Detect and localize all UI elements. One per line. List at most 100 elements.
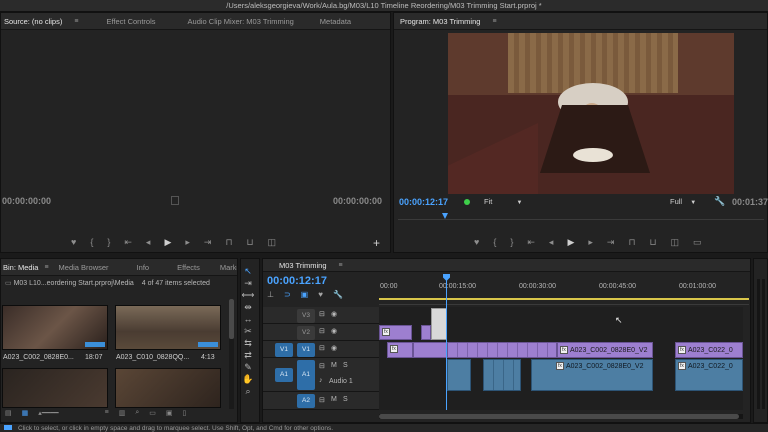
clip-thumbnail[interactable] (2, 305, 108, 350)
source-settings-icon[interactable] (171, 196, 179, 205)
program-scrub-bar[interactable] (398, 212, 764, 220)
pen-tool-icon[interactable]: ✎ (241, 361, 255, 373)
step-forward-icon[interactable]: ▸ (588, 237, 593, 249)
track-target-v3[interactable]: V3 (297, 309, 315, 323)
resolution-select[interactable]: Full ▼ (670, 197, 696, 206)
new-item-icon[interactable]: ▣ (166, 409, 173, 419)
video-clip[interactable] (421, 325, 431, 340)
go-to-out-icon[interactable]: ⇥ (607, 237, 615, 249)
video-clip[interactable]: fx (379, 325, 412, 340)
clip-thumbnail[interactable] (115, 305, 221, 350)
source-patch-v1[interactable]: V1 (275, 343, 293, 357)
mute-button[interactable]: M (331, 396, 337, 403)
program-timecode-current[interactable]: 00:00:12:17 (399, 197, 448, 207)
new-bin-icon[interactable]: ▭ (149, 409, 156, 419)
clip-thumbnail[interactable] (115, 368, 221, 408)
track-target-a1[interactable]: A1 (297, 360, 315, 390)
track-select-tool-icon[interactable]: ⇥ (241, 277, 255, 289)
add-marker-icon[interactable]: ▣ (301, 290, 309, 300)
list-view-icon[interactable]: ▤ (5, 409, 12, 419)
sync-lock-icon[interactable]: ⊟ (319, 362, 325, 370)
zoom-tool-icon[interactable]: ⌕ (241, 385, 255, 397)
panel-menu-icon[interactable]: ≡ (492, 18, 496, 25)
track-target-a2[interactable]: A2 (297, 394, 315, 408)
rolling-edit-tool-icon[interactable]: ⇹ (241, 301, 255, 313)
mark-out-icon[interactable]: } (510, 237, 513, 249)
tab-audio-clip-mixer[interactable]: Audio Clip Mixer: M03 Trimming (178, 17, 304, 26)
solo-button[interactable]: S (343, 362, 348, 369)
zoom-slider[interactable]: ▴━━━━ (38, 409, 58, 419)
tab-source[interactable]: Source: (no clips) (1, 17, 72, 26)
slide-tool-icon[interactable]: ⇄ (241, 349, 255, 361)
video-clip-selected[interactable] (431, 308, 447, 340)
timeline-timecode[interactable]: 00:00:12:17 (267, 275, 327, 287)
tab-metadata[interactable]: Metadata (310, 17, 361, 26)
track-area[interactable]: fx fx fx A023_C002_0828E0_V2 fx A023_C022_… (379, 274, 743, 410)
play-icon[interactable]: ▶ (164, 237, 171, 249)
export-frame-icon[interactable]: ◫ (268, 237, 277, 249)
export-frame-icon[interactable]: ◫ (671, 237, 680, 249)
source-patch-a1[interactable]: A1 (275, 368, 293, 382)
snap-icon[interactable]: ⊥ (267, 290, 274, 300)
find-icon[interactable]: ⌕ (135, 409, 139, 419)
clip-thumbnail[interactable] (2, 368, 108, 408)
mark-in-icon[interactable]: { (90, 237, 93, 249)
step-forward-icon[interactable]: ▸ (185, 237, 190, 249)
tab-media-browser[interactable]: Media Browser (49, 263, 119, 272)
eye-icon[interactable]: ◉ (331, 344, 337, 352)
step-back-icon[interactable]: ◂ (549, 237, 554, 249)
video-clip[interactable]: fx (387, 342, 413, 358)
solo-button[interactable]: S (343, 396, 348, 403)
go-to-in-icon[interactable]: ⇤ (124, 237, 132, 249)
tab-effects[interactable]: Effects (167, 263, 210, 272)
timeline-playhead[interactable] (446, 279, 447, 410)
marker-icon[interactable]: ♥ (71, 237, 76, 249)
sync-lock-icon[interactable]: ⊟ (319, 327, 325, 335)
trash-icon[interactable]: ▯ (183, 409, 187, 419)
tab-timeline[interactable]: M03 Trimming (263, 261, 337, 270)
tab-info[interactable]: Info (127, 263, 160, 272)
video-clip[interactable] (447, 342, 557, 358)
ripple-edit-tool-icon[interactable]: ⟷ (241, 289, 255, 301)
sync-lock-icon[interactable]: ⊟ (319, 396, 325, 404)
time-ruler[interactable]: 00:00 00:00:15:00 00:00:30:00 00:00:45:0… (379, 279, 749, 305)
lift-icon[interactable]: ⊓ (628, 237, 635, 249)
automate-icon[interactable]: ▥ (119, 409, 126, 419)
linked-selection-icon[interactable]: ⊃ (284, 290, 291, 300)
slip-tool-icon[interactable]: ⇆ (241, 337, 255, 349)
overwrite-icon[interactable]: ⊔ (246, 237, 253, 249)
wrench-icon[interactable]: 🔧 (333, 290, 343, 300)
source-timecode-current[interactable]: 00:00:00:00 (2, 196, 51, 206)
timeline-scrollbar[interactable] (379, 414, 743, 419)
add-button-icon[interactable]: + (373, 236, 380, 250)
panel-menu-icon[interactable]: ≡ (74, 18, 78, 25)
video-clip[interactable]: fx A023_C022_0 (675, 342, 743, 358)
project-scrollbar[interactable] (229, 299, 234, 409)
eye-icon[interactable]: ◉ (331, 327, 337, 335)
video-clip[interactable]: fx A023_C002_0828E0_V2 (557, 342, 653, 358)
panel-menu-icon[interactable]: ≡ (339, 262, 343, 269)
tab-program[interactable]: Program: M03 Trimming (394, 17, 490, 26)
audio-clip[interactable] (447, 359, 471, 391)
mute-button[interactable]: M (331, 362, 337, 369)
mark-in-icon[interactable]: { (493, 237, 496, 249)
program-playhead-icon[interactable] (442, 213, 448, 219)
track-target-v2[interactable]: V2 (297, 326, 315, 340)
sync-lock-icon[interactable]: ⊟ (319, 344, 325, 352)
hand-tool-icon[interactable]: ✋ (241, 373, 255, 385)
marker-icon[interactable]: ♥ (474, 237, 479, 249)
extract-icon[interactable]: ⊔ (649, 237, 656, 249)
tab-effect-controls[interactable]: Effect Controls (96, 17, 165, 26)
safe-margins-icon[interactable]: ▭ (693, 237, 702, 249)
audio-clip[interactable]: fx A023_C002_0828E0_V2 (531, 359, 653, 391)
mic-icon[interactable]: ♪ (319, 377, 323, 384)
audio-clip[interactable] (483, 359, 521, 391)
play-icon[interactable]: ▶ (567, 237, 574, 249)
marker-icon[interactable]: ♥ (318, 290, 323, 300)
selection-tool-icon[interactable]: ↖ (241, 265, 255, 277)
tab-bin-media[interactable]: Bin: Media (1, 263, 42, 272)
work-area-bar[interactable] (379, 298, 749, 300)
video-clip[interactable] (413, 342, 447, 358)
go-to-in-icon[interactable]: ⇤ (527, 237, 535, 249)
sort-icon[interactable]: ≡ (105, 409, 109, 419)
